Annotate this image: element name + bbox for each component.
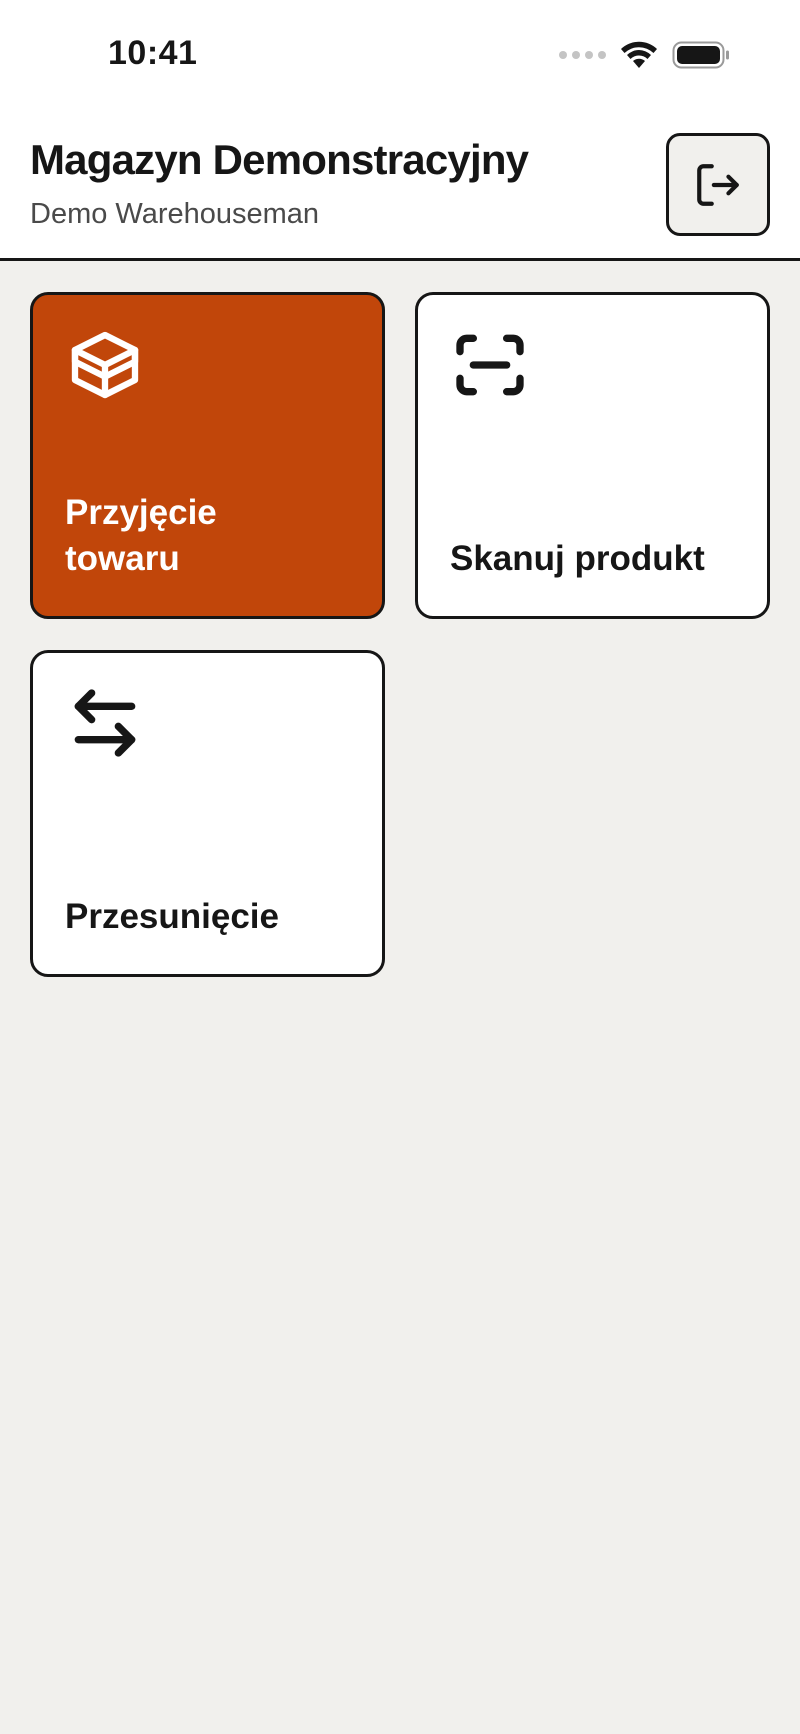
tile-goods-receipt[interactable]: Przyjęcie towaru xyxy=(30,292,385,619)
tile-scan-product[interactable]: Skanuj produkt xyxy=(415,292,770,619)
battery-icon xyxy=(672,41,729,69)
app-header: Magazyn Demonstracyjny Demo Warehouseman xyxy=(0,100,800,261)
cellular-signal-icon xyxy=(559,51,606,59)
scan-icon xyxy=(450,325,530,405)
user-role: Demo Warehouseman xyxy=(30,198,320,230)
status-icons xyxy=(559,38,730,72)
status-time: 10:41 xyxy=(108,34,198,72)
page-title: Magazyn Demonstracyjny xyxy=(30,136,529,183)
tile-label: Przesunięcie xyxy=(65,897,279,936)
tile-stock-transfer[interactable]: Przesunięcie xyxy=(30,650,385,977)
tile-label: Przyjęcie towaru xyxy=(65,493,217,578)
transfer-arrows-icon xyxy=(65,683,145,763)
logout-button[interactable] xyxy=(666,133,770,236)
status-bar: 10:41 xyxy=(0,0,800,100)
wifi-icon xyxy=(621,41,657,68)
logout-icon xyxy=(697,163,739,206)
tile-label: Skanuj produkt xyxy=(450,539,705,578)
package-icon xyxy=(65,325,145,405)
